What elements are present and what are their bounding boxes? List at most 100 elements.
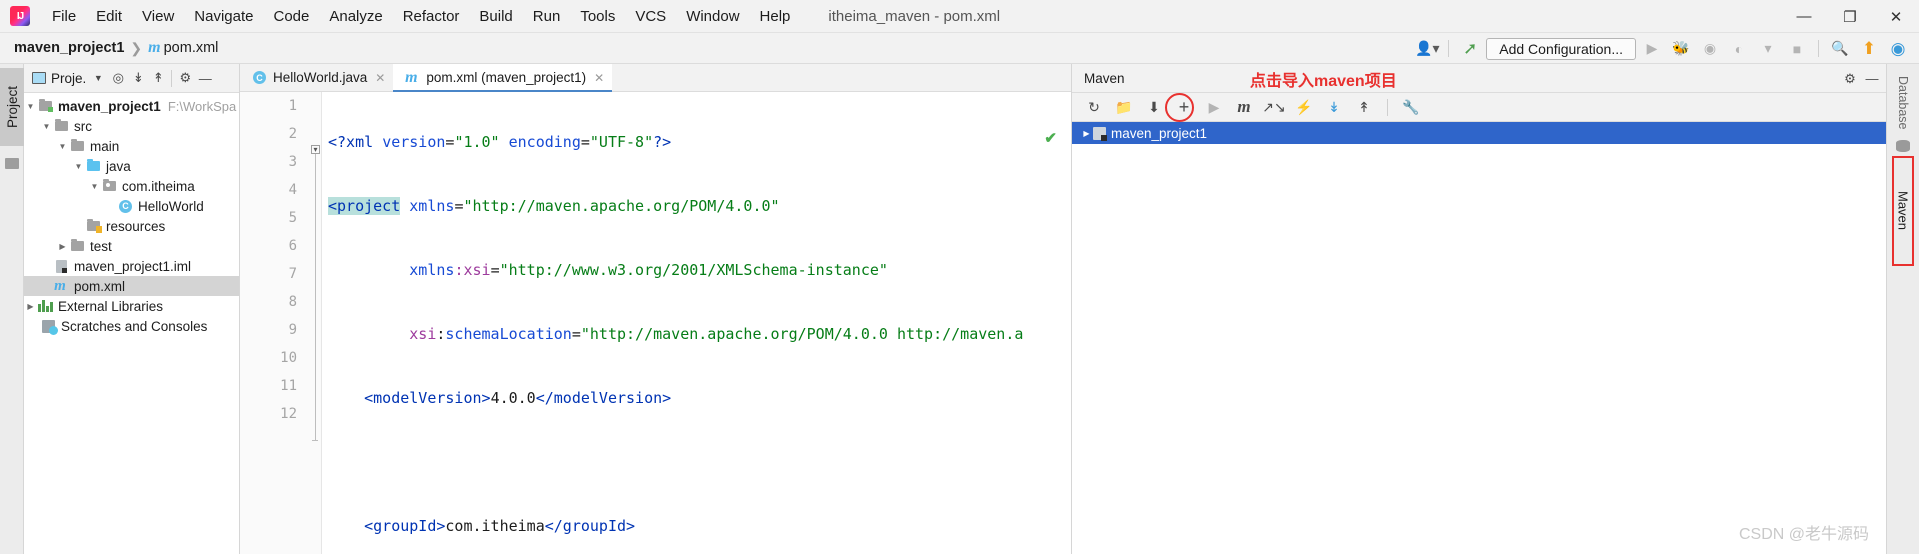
settings-gear-icon[interactable]: ⚙ [1840, 69, 1860, 89]
expand-arrow-icon[interactable]: ▼ [72, 162, 85, 171]
maven-panel-title: Maven [1084, 70, 1125, 86]
code-folding-gutter[interactable]: ▾ [308, 92, 322, 554]
collapse-all-icon[interactable]: ↟ [1352, 96, 1376, 119]
collapse-arrow-icon[interactable]: ▶ [56, 242, 69, 251]
profile-icon[interactable]: ◐ [1726, 37, 1752, 61]
collapse-all-icon[interactable]: ↟ [148, 68, 168, 88]
expand-arrow-icon[interactable]: ▼ [88, 182, 101, 191]
database-icon[interactable] [1896, 140, 1910, 152]
hide-icon[interactable]: — [1862, 69, 1882, 89]
minimize-button[interactable]: — [1781, 0, 1827, 33]
sidebar-tab-database[interactable]: Database [1892, 70, 1914, 136]
hammer-build-icon[interactable]: ➚ [1457, 37, 1483, 61]
menu-refactor[interactable]: Refactor [393, 5, 470, 28]
maven-tree-row-maven-project1[interactable]: ▶ maven_project1 [1072, 122, 1886, 144]
inspection-status-icon[interactable]: ✔ [1044, 129, 1057, 147]
download-sources-icon[interactable]: ⬇ [1142, 96, 1166, 119]
run-icon[interactable]: ▶ [1202, 96, 1226, 119]
expand-all-icon[interactable]: ↡ [1322, 96, 1346, 119]
menu-code[interactable]: Code [263, 5, 319, 28]
settings-gear-icon[interactable]: ⚙ [175, 68, 195, 88]
line-number: 12 [280, 406, 297, 422]
update-icon[interactable]: ⬆ [1856, 37, 1882, 61]
navigation-bar: maven_project1 ❯ m pom.xml 👤▾ ➚ Add Conf… [0, 33, 1919, 64]
locate-icon[interactable]: ◎ [108, 68, 128, 88]
tree-node-helloworld[interactable]: C HelloWorld [24, 196, 239, 216]
tree-node-com-itheima[interactable]: ▼ com.itheima [24, 176, 239, 196]
tree-node-resources[interactable]: resources [24, 216, 239, 236]
close-button[interactable]: ✕ [1873, 0, 1919, 33]
sidebar-tab-maven[interactable]: Maven [1892, 156, 1914, 266]
menu-analyze[interactable]: Analyze [319, 5, 392, 28]
add-configuration-button[interactable]: Add Configuration... [1486, 37, 1636, 60]
tab-helloworld-java[interactable]: C HelloWorld.java ✕ [240, 64, 393, 91]
toggle-skip-tests-icon[interactable]: ↗↘ [1262, 96, 1286, 119]
expand-arrow-icon[interactable]: ▼ [40, 122, 53, 131]
java-class-icon: C [251, 71, 268, 84]
expand-arrow-icon[interactable]: ▼ [56, 142, 69, 151]
tree-node-path: F:\WorkSpa [167, 98, 237, 114]
restore-button[interactable]: ❐ [1827, 0, 1873, 33]
fold-collapse-icon[interactable]: ▾ [311, 145, 320, 154]
tree-node-test[interactable]: ▶ test [24, 236, 239, 256]
collapse-arrow-icon[interactable]: ▶ [24, 302, 37, 311]
menu-run[interactable]: Run [523, 5, 571, 28]
menu-file[interactable]: File [42, 5, 86, 28]
menu-window[interactable]: Window [676, 5, 749, 28]
project-tool-window: Proje. ▼ ◎ ↡ ↟ ⚙ — ▼ maven_project1 F:\W… [24, 64, 240, 554]
search-icon[interactable]: 🔍 [1827, 37, 1853, 61]
line-number: 1 [288, 98, 297, 114]
close-icon[interactable]: ✕ [594, 71, 604, 85]
folder-icon[interactable] [5, 158, 19, 169]
code-line-3: xmlns:xsi="http://www.w3.org/2001/XMLSch… [409, 261, 888, 279]
expand-arrow-icon[interactable]: ▶ [1080, 129, 1093, 138]
tree-node-label: pom.xml [74, 278, 126, 294]
toolbar-actions: 👤▾ ➚ Add Configuration... ▶ 🐝 ◉ ◐ ▾ ■ 🔍 … [1414, 33, 1911, 64]
execute-maven-goal-icon[interactable]: m [1232, 96, 1256, 119]
expand-all-icon[interactable]: ↡ [128, 68, 148, 88]
tree-node-label: Scratches and Consoles [61, 318, 208, 334]
tree-node-iml-file[interactable]: maven_project1.iml [24, 256, 239, 276]
sidebar-tab-project[interactable]: Project [0, 68, 24, 146]
stop-icon[interactable]: ■ [1784, 37, 1810, 61]
toggle-offline-icon[interactable]: ⚡ [1292, 96, 1316, 119]
ide-assist-icon[interactable]: ◉ [1885, 37, 1911, 61]
tab-pom-xml[interactable]: m pom.xml (maven_project1) ✕ [393, 64, 613, 92]
close-icon[interactable]: ✕ [375, 71, 385, 85]
code-content[interactable]: <?xml version="1.0" encoding="UTF-8"?> <… [323, 92, 1071, 554]
menu-edit[interactable]: Edit [86, 5, 132, 28]
libraries-icon [37, 300, 54, 312]
tree-node-scratches-consoles[interactable]: Scratches and Consoles [24, 316, 239, 336]
debug-icon[interactable]: 🐝 [1668, 37, 1694, 61]
settings-icon[interactable]: 🔧 [1399, 96, 1423, 119]
maven-m-icon: m [54, 277, 66, 294]
tree-node-java[interactable]: ▼ java [24, 156, 239, 176]
tree-node-maven-project1[interactable]: ▼ maven_project1 F:\WorkSpa [24, 96, 239, 116]
folder-icon [53, 118, 70, 131]
breadcrumb-file[interactable]: pom.xml [164, 40, 219, 56]
code-editor[interactable]: 1 2 3 4 5 6 7 8 9 10 11 12 ▾ <?xml versi… [240, 92, 1071, 554]
project-view-icon[interactable] [32, 72, 46, 84]
menu-build[interactable]: Build [469, 5, 522, 28]
tree-node-pom-xml[interactable]: m pom.xml [24, 276, 239, 296]
run-coverage-icon[interactable]: ◉ [1697, 37, 1723, 61]
breadcrumb-project[interactable]: maven_project1 [14, 40, 124, 56]
menu-help[interactable]: Help [750, 5, 801, 28]
tree-node-main[interactable]: ▼ main [24, 136, 239, 156]
reimport-icon[interactable]: ↻ [1082, 96, 1106, 119]
tree-node-external-libraries[interactable]: ▶ External Libraries [24, 296, 239, 316]
menu-tools[interactable]: Tools [570, 5, 625, 28]
package-icon [101, 178, 118, 191]
chevron-down-icon[interactable]: ▼ [88, 68, 108, 88]
menu-vcs[interactable]: VCS [625, 5, 676, 28]
user-dropdown-icon[interactable]: 👤▾ [1414, 37, 1440, 61]
expand-arrow-icon[interactable]: ▼ [24, 102, 37, 111]
run-icon[interactable]: ▶ [1639, 37, 1665, 61]
generate-sources-icon[interactable]: 📁 [1112, 96, 1136, 119]
window-controls: — ❐ ✕ [1781, 0, 1919, 33]
menu-view[interactable]: View [132, 5, 184, 28]
menu-navigate[interactable]: Navigate [184, 5, 263, 28]
chevron-down-icon[interactable]: ▾ [1755, 37, 1781, 61]
hide-icon[interactable]: — [195, 68, 215, 88]
tree-node-src[interactable]: ▼ src [24, 116, 239, 136]
